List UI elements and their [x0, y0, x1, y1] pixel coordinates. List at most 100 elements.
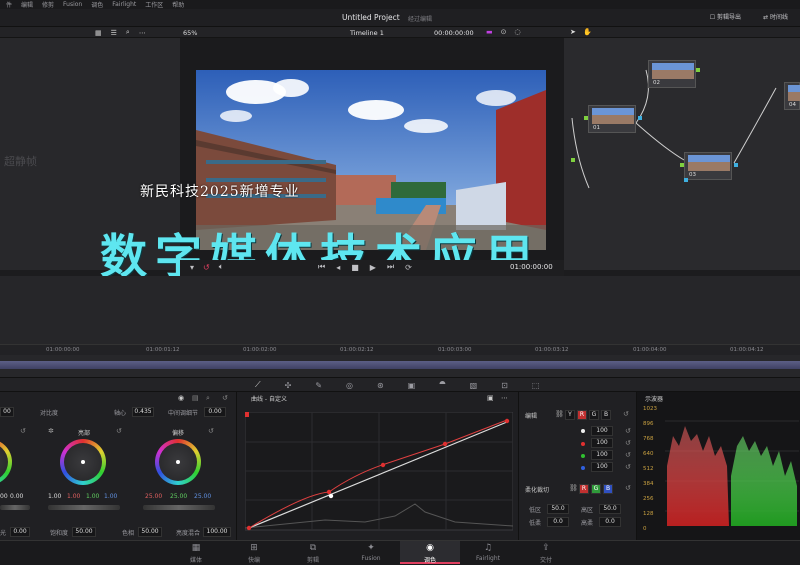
soft-b-button[interactable]: B: [603, 484, 613, 494]
pivot-value[interactable]: 0.435: [132, 407, 154, 417]
curve-graph[interactable]: [245, 412, 513, 532]
color-node-02[interactable]: 02: [648, 60, 696, 88]
clip-export-button[interactable]: ☐ 剪辑导出: [710, 12, 741, 21]
curves-view-icon[interactable]: ▣: [487, 394, 494, 402]
curves-icon[interactable]: ⟋: [255, 380, 261, 390]
node-input-dot[interactable]: [680, 163, 684, 167]
curves-more-icon[interactable]: ⋯: [501, 394, 508, 402]
wheels-reset-icon[interactable]: ↺: [222, 394, 228, 402]
node-input-dot[interactable]: [696, 68, 700, 72]
page-fairlight[interactable]: ♫ Fairlight: [458, 543, 518, 562]
page-cut[interactable]: ⊞ 快编: [224, 543, 284, 564]
channel-y-button[interactable]: Y: [565, 410, 575, 420]
magic-mask-icon[interactable]: ▣: [408, 381, 416, 390]
bottom-value-1[interactable]: 0.00: [10, 527, 30, 537]
chat-icon[interactable]: ◌: [515, 28, 521, 36]
page-deliver[interactable]: ⇪ 交付: [516, 543, 576, 564]
node-input-dot[interactable]: [584, 116, 588, 120]
lift-value[interactable]: 0.00: [10, 493, 23, 500]
link-icon[interactable]: ⛓︎: [555, 410, 564, 418]
more-icon[interactable]: ⋯: [139, 29, 146, 37]
color-node-04[interactable]: 04: [784, 82, 800, 110]
volume-icon[interactable]: 🔈︎: [219, 262, 224, 272]
video-clip[interactable]: [0, 361, 800, 369]
gain-wheel[interactable]: [60, 439, 106, 485]
g-intensity-value[interactable]: 100: [591, 450, 613, 460]
highlight-icon[interactable]: ▬: [486, 28, 493, 36]
blur-icon[interactable]: ⯊: [439, 380, 445, 390]
luma-mix-value[interactable]: 100.00: [203, 527, 231, 537]
menu-file[interactable]: 件: [6, 0, 12, 9]
node-output-dot[interactable]: [684, 178, 688, 182]
wheels-bars-icon[interactable]: ▤: [192, 394, 199, 402]
contrast-value[interactable]: 00: [0, 407, 14, 417]
step-back-icon[interactable]: ◂: [336, 263, 340, 272]
b-reset-icon[interactable]: ↺: [625, 463, 631, 471]
gain-r-value[interactable]: 1.00: [67, 493, 80, 500]
list-view-icon[interactable]: ☰: [111, 29, 117, 37]
node-input-dot[interactable]: [571, 158, 575, 162]
menu-edit[interactable]: 编辑: [21, 0, 33, 9]
qualifier-icon[interactable]: ✎: [315, 381, 322, 390]
sizing-icon[interactable]: ⊡: [501, 381, 508, 390]
r-intensity-value[interactable]: 100: [591, 438, 613, 448]
offset-r-value[interactable]: 25.00: [145, 493, 162, 500]
timeline-ruler[interactable]: 01:00:00:00 01:00:01:12 01:00:02:00 01:0…: [0, 344, 800, 355]
gain-y-value[interactable]: 1.00: [48, 493, 61, 500]
high-value[interactable]: 50.0: [599, 504, 621, 514]
node-output-dot[interactable]: [638, 116, 642, 120]
page-color[interactable]: ◉ 调色: [400, 541, 460, 564]
offset-g-value[interactable]: 25.00: [170, 493, 187, 500]
wheel3-reset-icon[interactable]: ↺: [208, 427, 214, 435]
low-value[interactable]: 50.0: [547, 504, 569, 514]
stop-icon[interactable]: ■: [351, 263, 359, 272]
pointer-icon[interactable]: ⊙: [501, 28, 507, 36]
offset-wheel[interactable]: [155, 439, 201, 485]
key-icon[interactable]: ▧: [470, 381, 478, 390]
wheel2-reset-icon[interactable]: ↺: [116, 427, 122, 435]
window-icon[interactable]: ◎: [346, 381, 353, 390]
repeat-icon[interactable]: ⟳: [405, 263, 412, 272]
soft-g-button[interactable]: G: [591, 484, 601, 494]
hue-value[interactable]: 50.00: [138, 527, 162, 537]
offset-b-value[interactable]: 25.00: [194, 493, 211, 500]
page-edit[interactable]: ⧉ 剪辑: [283, 543, 343, 564]
y-intensity-value[interactable]: 100: [591, 426, 613, 436]
wheel2-picker-icon[interactable]: ✲: [48, 427, 54, 435]
go-to-start-icon[interactable]: ⏮︎: [318, 262, 325, 272]
wheel1-reset-icon[interactable]: ↺: [20, 427, 26, 435]
gain-master-slider[interactable]: [48, 505, 120, 510]
soft-link-icon[interactable]: ⛓︎: [569, 484, 578, 492]
r-reset-icon[interactable]: ↺: [625, 439, 631, 447]
play-options-icon[interactable]: ▾: [190, 263, 194, 272]
play-icon[interactable]: ▶: [370, 263, 376, 272]
zoom-level[interactable]: 65%: [183, 29, 197, 37]
channel-g-button[interactable]: G: [589, 410, 599, 420]
select-tool-icon[interactable]: ➤: [570, 28, 576, 36]
g-reset-icon[interactable]: ↺: [625, 451, 631, 459]
menu-fusion[interactable]: Fusion: [63, 1, 82, 8]
gain-g-value[interactable]: 1.00: [86, 493, 99, 500]
channel-b-button[interactable]: B: [601, 410, 611, 420]
b-intensity-value[interactable]: 100: [591, 462, 613, 472]
soft-reset-icon[interactable]: ↺: [625, 484, 631, 492]
lift-wheel[interactable]: [0, 439, 12, 485]
color-node-03[interactable]: 03: [684, 152, 732, 180]
page-media[interactable]: ▦ 媒体: [166, 543, 226, 564]
saturation-value[interactable]: 50.00: [72, 527, 96, 537]
menu-color[interactable]: 调色: [91, 0, 103, 9]
channels-reset-icon[interactable]: ↺: [623, 410, 629, 418]
3d-icon[interactable]: ⬚: [532, 381, 540, 390]
timeline-button[interactable]: ⇄ 时间线: [763, 12, 788, 21]
tracker-icon[interactable]: ⊛: [377, 381, 384, 390]
color-node-01[interactable]: 01: [588, 105, 636, 133]
menu-help[interactable]: 帮助: [172, 0, 184, 9]
go-to-end-icon[interactable]: ⏭︎: [387, 262, 394, 272]
menu-fairlight[interactable]: Fairlight: [112, 1, 136, 8]
node-output-dot[interactable]: [734, 163, 738, 167]
mid-detail-value[interactable]: 0.00: [204, 407, 226, 417]
hand-tool-icon[interactable]: ✋: [583, 28, 592, 36]
high-soft-value[interactable]: 0.0: [599, 517, 621, 527]
gain-b-value[interactable]: 1.00: [104, 493, 117, 500]
search-icon[interactable]: ⌕: [126, 28, 130, 37]
